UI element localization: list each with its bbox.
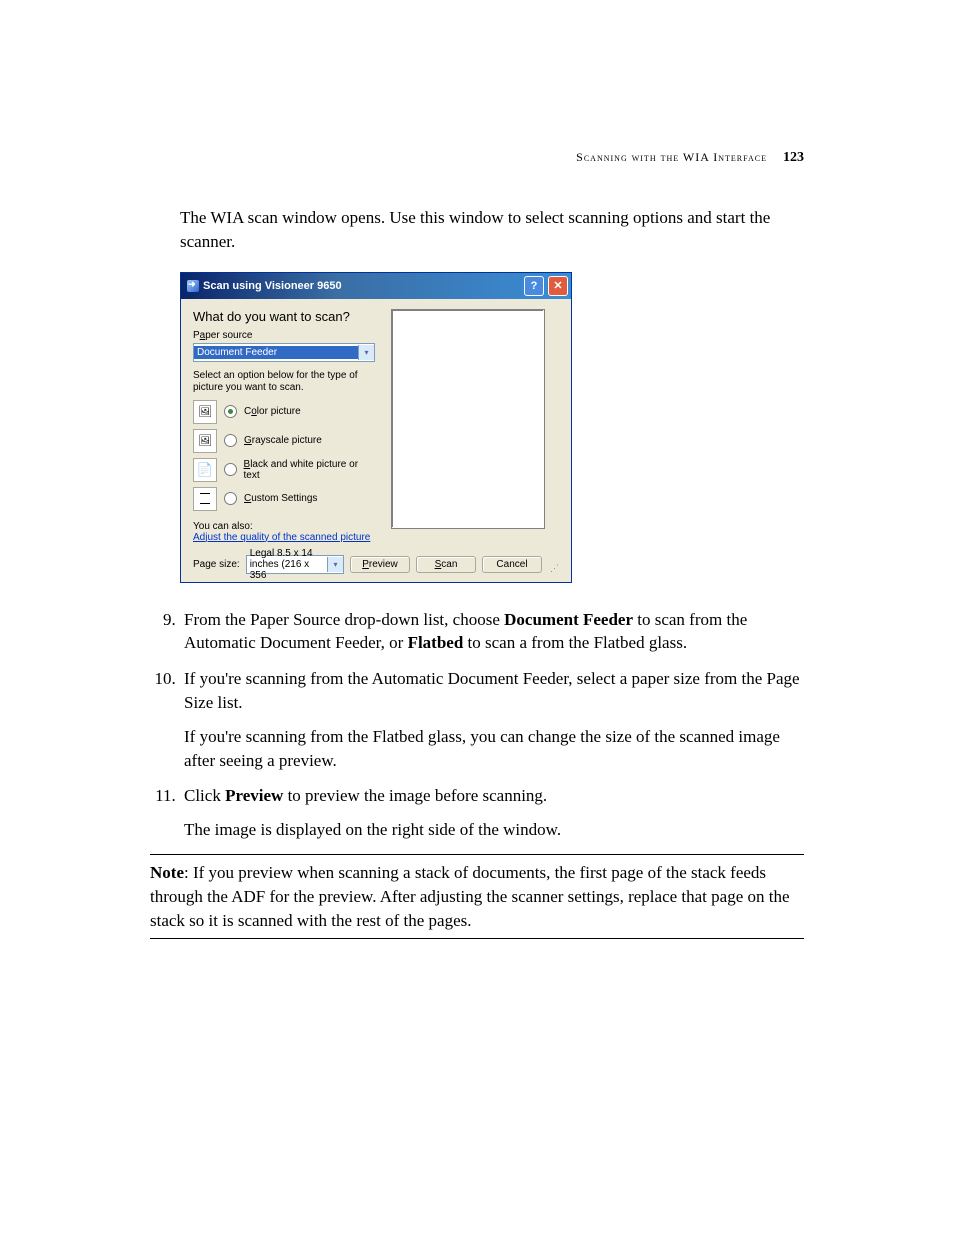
dialog-title: Scan using Visioneer 9650 [203,280,520,292]
close-button[interactable]: ✕ [548,276,568,296]
option-grayscale[interactable]: 🖼 Grayscale picture [193,429,375,453]
page-header: Scanning with the WIA Interface 123 [150,150,804,166]
preview-button[interactable]: Preview [350,556,410,573]
adjust-quality-link[interactable]: Adjust the quality of the scanned pictur… [193,532,375,543]
intro-paragraph: The WIA scan window opens. Use this wind… [180,206,804,254]
page-size-label: Page size: [193,559,240,570]
chevron-down-icon[interactable]: ▾ [327,557,343,572]
page-number: 123 [783,150,804,165]
select-instruction: Select an option below for the type of p… [193,370,375,394]
custom-settings-icon: ⎯⎯⎯⎯ [193,487,217,511]
radio-color[interactable] [224,405,237,418]
paper-source-label: Paper source [193,330,375,341]
chevron-down-icon[interactable]: ▾ [358,345,374,360]
step-11: Click Preview to preview the image befor… [180,784,804,842]
option-bw[interactable]: 📄 Black and white picture or text [193,458,375,482]
app-icon [187,280,199,292]
you-can-also-label: You can also: [193,521,375,532]
paper-source-dropdown[interactable]: Document Feeder ▾ [193,343,375,362]
cancel-button[interactable]: Cancel [482,556,542,573]
help-button[interactable]: ? [524,276,544,296]
note-block: Note: If you preview when scanning a sta… [150,854,804,939]
resize-grip-icon[interactable]: ⋰ [550,563,559,574]
radio-custom[interactable] [224,492,237,505]
section-title: Scanning with the WIA Interface [576,150,767,164]
wia-scan-dialog: Scan using Visioneer 9650 ? ✕ What do yo… [180,272,572,583]
step-10: If you're scanning from the Automatic Do… [180,667,804,772]
scan-button[interactable]: Scan [416,556,476,573]
preview-area[interactable] [391,309,545,529]
grayscale-picture-icon: 🖼 [193,429,217,453]
page-size-dropdown[interactable]: Legal 8.5 x 14 inches (216 x 356 ▾ [246,555,344,574]
step-9: From the Paper Source drop-down list, ch… [180,608,804,656]
option-color[interactable]: 🖼 Color picture [193,400,375,424]
bw-picture-icon: 📄 [193,458,217,482]
option-custom[interactable]: ⎯⎯⎯⎯ Custom Settings [193,487,375,511]
note-label: Note [150,863,184,882]
instruction-list: From the Paper Source drop-down list, ch… [150,608,804,842]
dialog-titlebar[interactable]: Scan using Visioneer 9650 ? ✕ [181,273,571,299]
dialog-heading: What do you want to scan? [193,309,375,324]
radio-bw[interactable] [224,463,237,476]
color-picture-icon: 🖼 [193,400,217,424]
radio-grayscale[interactable] [224,434,237,447]
